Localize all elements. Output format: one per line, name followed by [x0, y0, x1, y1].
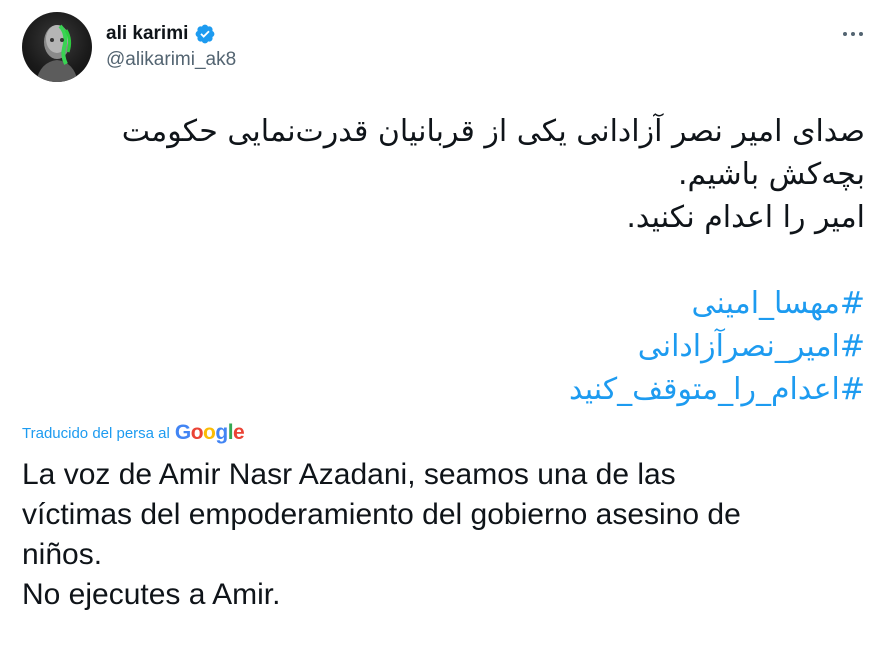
- translated-text-line: La voz de Amir Nasr Azadani, seamos una …: [22, 458, 676, 491]
- hashtag-list: #مهسا_امینی #امیر_نصرآزادانی #اعدام_را_م…: [22, 282, 872, 411]
- translated-text-line: víctimas del empoderamiento del gobierno…: [22, 498, 741, 531]
- tweet-header: ali karimi @alikarimi_ak8: [22, 12, 872, 82]
- author-name[interactable]: ali karimi: [106, 23, 188, 45]
- avatar-image: [36, 24, 78, 82]
- tweet: ali karimi @alikarimi_ak8 صدای امیر نصر …: [0, 0, 892, 652]
- translated-label: Traducido del persa al: [22, 424, 170, 442]
- tweet-text-line: صدای امیر نصر آزادانی یکی از قربانیان قد…: [121, 114, 865, 149]
- tweet-text-line: امیر را اعدام نکنید.: [626, 200, 865, 235]
- author-name-row: ali karimi: [106, 23, 236, 45]
- hashtag-link[interactable]: #مهسا_امینی: [22, 282, 865, 325]
- translated-text-line: niños.: [22, 538, 103, 571]
- google-logo: Google: [174, 421, 245, 444]
- translated-text: La voz de Amir Nasr Azadani, seamos una …: [22, 455, 862, 615]
- tweet-text-line: بچه‌کش باشیم.: [677, 157, 865, 192]
- verified-badge-icon: [194, 23, 216, 45]
- author-identity: ali karimi @alikarimi_ak8: [106, 23, 236, 71]
- translated-by-link[interactable]: Traducido del persa al Google: [22, 421, 872, 445]
- translated-text-line: No ejecutes a Amir.: [22, 578, 281, 611]
- tweet-text: صدای امیر نصر آزادانی یکی از قربانیان قد…: [22, 110, 872, 239]
- author-handle[interactable]: @alikarimi_ak8: [106, 49, 236, 71]
- more-options-icon[interactable]: [838, 24, 868, 44]
- hashtag-link[interactable]: #اعدام_را_متوقف_کنید: [22, 368, 865, 411]
- avatar[interactable]: [22, 12, 92, 82]
- hashtag-link[interactable]: #امیر_نصرآزادانی: [22, 325, 865, 368]
